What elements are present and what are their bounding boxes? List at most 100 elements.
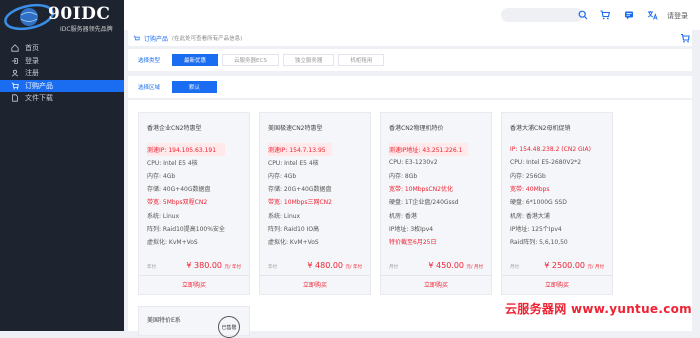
spec-item: 带宽: 5Mbps双程CN2 bbox=[147, 199, 208, 207]
price-unit: 元/ 月付 bbox=[587, 265, 604, 270]
sidebar-item-download[interactable]: 文件下载 bbox=[0, 92, 124, 105]
buy-now-button[interactable]: 立即购买 bbox=[260, 276, 370, 295]
spec-item: IP地址: 125个Ipv4 bbox=[510, 225, 562, 233]
register-icon bbox=[11, 70, 19, 77]
product-card: 香港大浦CN2母机促销 IP: 154.48.238.2 (CN2 GIA) C… bbox=[501, 112, 613, 295]
shopping-cart-icon[interactable] bbox=[680, 33, 690, 43]
product-title: 香港CN2物理机特价 bbox=[389, 125, 444, 132]
login-link[interactable]: 请登录 bbox=[667, 11, 688, 21]
product-specs: 测速IP地址: 43.251.226.1 CPU: E3-1230v2 内存: … bbox=[389, 143, 469, 248]
filter-latest-deals[interactable]: 最新优惠 bbox=[172, 54, 219, 66]
spec-item: 存储: 20G+40G数据盘 bbox=[268, 186, 332, 194]
spec-item: 内存: 8Gb bbox=[389, 173, 418, 181]
cart-icon bbox=[11, 82, 19, 90]
cart-icon bbox=[133, 35, 140, 40]
sold-out-stamp: 已售罄 bbox=[218, 316, 240, 338]
product-price: ¥ 480.00 元/ 年付 bbox=[307, 261, 362, 270]
top-bar: 请登录 bbox=[124, 0, 700, 30]
spec-item: 机房: 香港 bbox=[389, 212, 417, 220]
billing-period: 年付 bbox=[147, 265, 156, 270]
region-filter-label: 选择区域 bbox=[138, 85, 161, 91]
spec-item: 存储: 40G+40G数据盘 bbox=[147, 186, 211, 194]
product-title: 美国特价E系 bbox=[147, 317, 181, 324]
price-value: ¥ 480.00 bbox=[307, 261, 343, 270]
sidebar-nav: 首页 登录 注册 订购产品 文件下载 bbox=[0, 42, 124, 105]
home-icon bbox=[11, 44, 19, 52]
product-title: 香港大浦CN2母机促销 bbox=[510, 125, 571, 132]
cart-icon[interactable] bbox=[598, 8, 612, 22]
filter-dedicated-server[interactable]: 独立服务器 bbox=[282, 54, 335, 66]
spec-item: 虚拟化: KvM+VoS bbox=[147, 238, 198, 246]
search-icon[interactable] bbox=[576, 8, 590, 22]
spec-item: CPU: Intel E5-2680V2*2 bbox=[510, 159, 582, 167]
spec-item: 阵列: Raid10提高100%安全 bbox=[147, 225, 225, 233]
spec-item: IP地址: 3枚Ipv4 bbox=[389, 225, 434, 233]
logo[interactable]: 90IDC IDC服务器领先品牌 bbox=[0, 0, 124, 36]
filter-cloud-ecs[interactable]: 云服务器ECS bbox=[222, 54, 279, 66]
product-title: 香港企业CN2特惠型 bbox=[147, 125, 202, 132]
spec-item: 内存: 256Gb bbox=[510, 173, 546, 181]
buy-now-button[interactable]: 立即购买 bbox=[502, 276, 612, 295]
spec-item: 宽带: 40Mbps bbox=[510, 186, 550, 194]
spec-item: 宽带: 10MbpsCN2优化 bbox=[389, 186, 453, 194]
region-filter: 选择区域 默认 bbox=[128, 76, 692, 98]
brand-name: 90IDC bbox=[48, 4, 111, 24]
price-unit: 元/ 年付 bbox=[224, 265, 241, 270]
type-filter: 选择类型 最新优惠 云服务器ECS 独立服务器 机柜租用 bbox=[128, 49, 692, 71]
sidebar-item-label: 订购产品 bbox=[25, 81, 53, 90]
sidebar-item-home[interactable]: 首页 bbox=[0, 42, 124, 55]
spec-item: 内存: 4Gb bbox=[268, 173, 297, 181]
sidebar-item-label: 首页 bbox=[25, 44, 39, 52]
spec-item: IP: 154.48.238.2 (CN2 GIA) bbox=[510, 146, 591, 154]
spec-item: 测速IP: 194.105.63.191 bbox=[147, 143, 225, 157]
spec-item: CPU: Intel E5 4核 bbox=[147, 160, 198, 168]
billing-period: 月付 bbox=[389, 265, 398, 270]
spec-item: 硬盘: 6*1000G SSD bbox=[510, 199, 567, 207]
product-specs: IP: 154.48.238.2 (CN2 GIA) CPU: Intel E5… bbox=[510, 143, 591, 248]
login-icon bbox=[11, 57, 18, 64]
spec-item: 虚拟化: KvM+VoS bbox=[268, 238, 319, 246]
brand-tagline: IDC服务器领先品牌 bbox=[60, 26, 113, 33]
spec-item: 机房: 香港大浦 bbox=[510, 212, 550, 220]
price-unit: 元/ 月付 bbox=[466, 265, 483, 270]
sidebar: 90IDC IDC服务器领先品牌 首页 登录 注册 订购产品 文件下载 bbox=[0, 0, 124, 331]
download-icon bbox=[12, 94, 18, 102]
product-card: 美国极速CN2特惠型 测速IP: 154.7.13.95 CPU: Intel … bbox=[259, 112, 371, 295]
sidebar-item-label: 登录 bbox=[25, 56, 39, 65]
spec-item: 带宽: 10Mbps三网CN2 bbox=[268, 199, 332, 207]
sidebar-item-login[interactable]: 登录 bbox=[0, 55, 124, 68]
product-specs: 测速IP: 154.7.13.95 CPU: Intel E5 4核 内存: 4… bbox=[268, 143, 332, 248]
sidebar-item-register[interactable]: 注册 bbox=[0, 67, 124, 80]
filter-region-default[interactable]: 默认 bbox=[172, 81, 218, 93]
translate-icon[interactable] bbox=[645, 8, 659, 22]
type-filter-label: 选择类型 bbox=[138, 58, 161, 64]
spec-item: 特价截至6月25日 bbox=[389, 238, 437, 246]
billing-period: 年付 bbox=[268, 265, 277, 270]
product-title: 美国极速CN2特惠型 bbox=[268, 125, 323, 132]
product-specs: 测速IP: 194.105.63.191 CPU: Intel E5 4核 内存… bbox=[147, 143, 225, 248]
site-watermark: 云服务器网 www.yuntue.com bbox=[505, 302, 692, 316]
buy-now-button[interactable]: 立即购买 bbox=[139, 276, 249, 295]
product-price: ¥ 380.00 元/ 年付 bbox=[186, 261, 241, 270]
search-input[interactable] bbox=[501, 8, 583, 22]
spec-item: 硬盘: 1T企业盘/240Gssd bbox=[389, 199, 459, 207]
spec-item: 系统: Linux bbox=[268, 212, 301, 220]
filter-rack-rental[interactable]: 机柜租用 bbox=[338, 54, 385, 66]
spec-item: CPU: Intel E5 4核 bbox=[268, 160, 319, 168]
billing-period: 月付 bbox=[510, 265, 519, 270]
breadcrumb-current[interactable]: 订购产品 bbox=[144, 34, 168, 43]
buy-now-button[interactable]: 立即购买 bbox=[381, 276, 491, 295]
spec-item: Raid阵列: 5,6,10,50 bbox=[510, 238, 568, 246]
sidebar-item-label: 文件下载 bbox=[25, 94, 53, 102]
product-price: ¥ 2500.00 元/ 月付 bbox=[544, 261, 604, 270]
sidebar-item-order[interactable]: 订购产品 bbox=[0, 79, 124, 92]
spec-item: 系统: Linux bbox=[147, 212, 180, 220]
breadcrumb: 订购产品 (在此处可查看所有产品信息) bbox=[128, 30, 692, 46]
message-icon[interactable] bbox=[622, 8, 636, 22]
spec-item: 内存: 4Gb bbox=[147, 173, 176, 181]
spec-item: CPU: E3-1230v2 bbox=[389, 159, 438, 167]
breadcrumb-hint: (在此处可查看所有产品信息) bbox=[172, 36, 243, 42]
product-price: ¥ 450.00 元/ 月付 bbox=[428, 261, 483, 270]
price-value: ¥ 2500.00 bbox=[544, 261, 585, 270]
product-card: 香港CN2物理机特价 测速IP地址: 43.251.226.1 CPU: E3-… bbox=[380, 112, 492, 295]
